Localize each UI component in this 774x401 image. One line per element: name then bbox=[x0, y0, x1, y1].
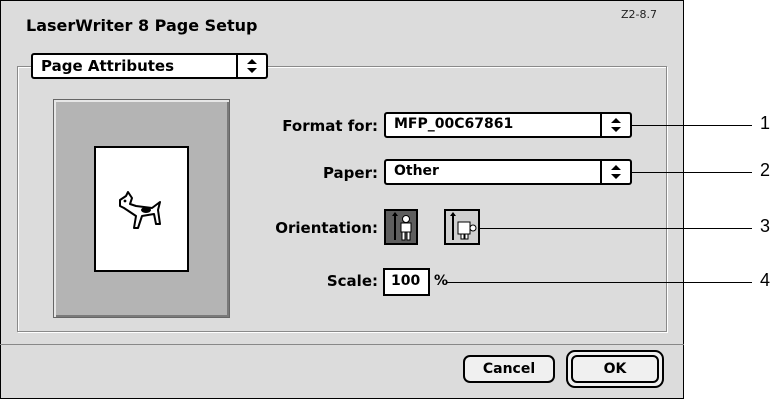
section-popup[interactable]: Page Attributes bbox=[31, 53, 268, 79]
divider bbox=[0, 344, 684, 345]
callout-line-4 bbox=[446, 282, 752, 283]
portrait-button[interactable] bbox=[384, 209, 418, 245]
format-for-value: MFP_00C67861 bbox=[394, 116, 514, 132]
paper-value: Other bbox=[394, 163, 439, 179]
ok-button[interactable]: OK bbox=[566, 350, 664, 388]
cancel-button[interactable]: Cancel bbox=[463, 355, 555, 383]
ok-button-inner: OK bbox=[571, 355, 659, 383]
callout-line-3 bbox=[480, 228, 752, 229]
callout-number-2: 2 bbox=[760, 160, 771, 180]
callout-line-1 bbox=[632, 125, 752, 126]
scale-label: Scale: bbox=[326, 272, 378, 290]
landscape-button[interactable] bbox=[444, 209, 480, 245]
paper-preview bbox=[94, 146, 189, 272]
popup-arrows-icon bbox=[600, 161, 630, 183]
popup-arrows-icon bbox=[236, 55, 266, 77]
dogcow-icon bbox=[119, 191, 161, 229]
scale-input[interactable]: 100 bbox=[383, 268, 430, 296]
scale-unit: % bbox=[434, 273, 449, 289]
callout-number-1: 1 bbox=[760, 113, 771, 133]
version-label: Z2-8.7 bbox=[621, 8, 657, 21]
dialog-title: LaserWriter 8 Page Setup bbox=[26, 16, 258, 35]
format-for-label: Format for: bbox=[282, 117, 378, 135]
callout-line-2 bbox=[632, 172, 752, 173]
callout-number-3: 3 bbox=[760, 216, 771, 236]
paper-popup[interactable]: Other bbox=[384, 159, 632, 185]
orientation-label: Orientation: bbox=[275, 219, 378, 237]
format-for-popup[interactable]: MFP_00C67861 bbox=[384, 112, 632, 138]
portrait-icon bbox=[392, 212, 412, 241]
callout-number-4: 4 bbox=[760, 270, 771, 290]
popup-arrows-icon bbox=[600, 114, 630, 136]
scale-value: 100 bbox=[391, 273, 421, 289]
section-popup-value: Page Attributes bbox=[41, 57, 175, 75]
landscape-icon bbox=[450, 212, 477, 240]
paper-label: Paper: bbox=[322, 164, 378, 182]
